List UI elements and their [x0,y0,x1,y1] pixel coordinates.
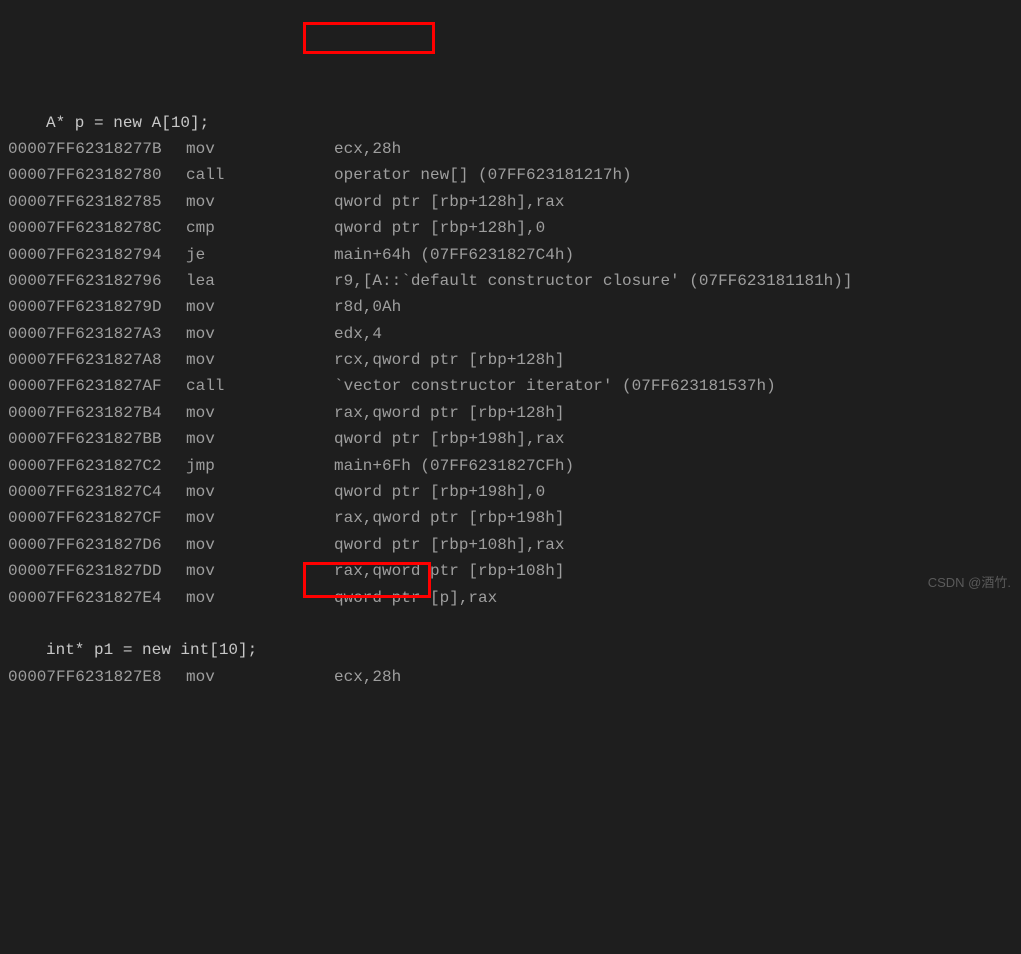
asm-opcode: mov [186,426,334,452]
asm-opcode: cmp [186,215,334,241]
asm-address: 00007FF6231827E4 [8,585,186,611]
asm-address: 00007FF62318278C [8,215,186,241]
asm-line: 00007FF6231827BBmovqword ptr [rbp+198h],… [8,426,1013,452]
asm-operand: ecx,28h [334,664,401,690]
asm-line: 00007FF6231827E4movqword ptr [p],rax [8,585,1013,611]
asm-opcode: je [186,242,334,268]
asm-address: 00007FF6231827A3 [8,321,186,347]
asm-operand: operator new[] (07FF623181217h) [334,162,632,188]
asm-address: 00007FF6231827BB [8,426,186,452]
asm-operand: ecx,28h [334,136,401,162]
asm-operand: qword ptr [rbp+198h],0 [334,479,545,505]
asm-line: 00007FF623182785movqword ptr [rbp+128h],… [8,189,1013,215]
source-code-line: A* p = new A[10]; [8,110,1013,136]
asm-operand: qword ptr [rbp+108h],rax [334,532,564,558]
source-code-line: int* p1 = new int[10]; [8,637,1013,663]
asm-address: 00007FF6231827D6 [8,532,186,558]
asm-opcode: mov [186,532,334,558]
asm-operand: qword ptr [rbp+198h],rax [334,426,564,452]
asm-line: 00007FF6231827E8movecx,28h [8,664,1013,690]
asm-line: 00007FF623182780calloperator new[] (07FF… [8,162,1013,188]
asm-line: 00007FF6231827C4movqword ptr [rbp+198h],… [8,479,1013,505]
asm-line: 00007FF6231827CFmovrax,qword ptr [rbp+19… [8,505,1013,531]
asm-operand: main+6Fh (07FF6231827CFh) [334,453,574,479]
asm-address: 00007FF6231827A8 [8,347,186,373]
asm-line: 00007FF6231827C2jmpmain+6Fh (07FF6231827… [8,453,1013,479]
asm-address: 00007FF6231827E8 [8,664,186,690]
asm-line: 00007FF6231827AFcall`vector constructor … [8,373,1013,399]
asm-line: 00007FF6231827DDmovrax,qword ptr [rbp+10… [8,558,1013,584]
asm-address: 00007FF62318279D [8,294,186,320]
asm-address: 00007FF6231827B4 [8,400,186,426]
asm-address: 00007FF6231827C4 [8,479,186,505]
asm-opcode: mov [186,136,334,162]
asm-address: 00007FF6231827AF [8,373,186,399]
asm-operand: main+64h (07FF6231827C4h) [334,242,574,268]
asm-opcode: mov [186,347,334,373]
asm-operand: qword ptr [rbp+128h],0 [334,215,545,241]
source-text: A* p = new A[10]; [46,114,209,132]
asm-address: 00007FF62318277B [8,136,186,162]
asm-address: 00007FF6231827CF [8,505,186,531]
asm-address: 00007FF6231827DD [8,558,186,584]
asm-opcode: lea [186,268,334,294]
asm-operand: rax,qword ptr [rbp+108h] [334,558,564,584]
asm-opcode: mov [186,321,334,347]
asm-line: 00007FF62318279Dmovr8d,0Ah [8,294,1013,320]
asm-line: 00007FF623182794jemain+64h (07FF6231827C… [8,242,1013,268]
highlight-box-1 [303,22,435,54]
asm-opcode: jmp [186,453,334,479]
asm-operand: rax,qword ptr [rbp+198h] [334,505,564,531]
asm-operand: qword ptr [p],rax [334,585,497,611]
asm-opcode: mov [186,664,334,690]
asm-line: 00007FF6231827B4movrax,qword ptr [rbp+12… [8,400,1013,426]
asm-operand: rax,qword ptr [rbp+128h] [334,400,564,426]
asm-line: 00007FF6231827D6movqword ptr [rbp+108h],… [8,532,1013,558]
asm-opcode: mov [186,400,334,426]
asm-address: 00007FF623182785 [8,189,186,215]
asm-line: 00007FF6231827A3movedx,4 [8,321,1013,347]
watermark: CSDN @酒竹. [928,572,1011,593]
asm-operand: qword ptr [rbp+128h],rax [334,189,564,215]
source-text: int* p1 = new int[10]; [46,641,257,659]
asm-opcode: call [186,373,334,399]
asm-opcode: mov [186,558,334,584]
asm-operand: edx,4 [334,321,382,347]
asm-operand: rcx,qword ptr [rbp+128h] [334,347,564,373]
asm-line: 00007FF62318277Bmovecx,28h [8,136,1013,162]
asm-opcode: mov [186,189,334,215]
asm-operand: r8d,0Ah [334,294,401,320]
asm-address: 00007FF623182794 [8,242,186,268]
asm-line: 00007FF6231827A8movrcx,qword ptr [rbp+12… [8,347,1013,373]
blank-line [8,611,1013,637]
asm-address: 00007FF623182780 [8,162,186,188]
asm-address: 00007FF6231827C2 [8,453,186,479]
asm-opcode: mov [186,585,334,611]
disassembly-view: A* p = new A[10];00007FF62318277Bmovecx,… [8,110,1013,691]
asm-operand: `vector constructor iterator' (07FF62318… [334,373,776,399]
asm-line: 00007FF623182796lear9,[A::`default const… [8,268,1013,294]
asm-operand: r9,[A::`default constructor closure' (07… [334,268,852,294]
asm-opcode: mov [186,505,334,531]
asm-opcode: call [186,162,334,188]
asm-line: 00007FF62318278Ccmpqword ptr [rbp+128h],… [8,215,1013,241]
asm-address: 00007FF623182796 [8,268,186,294]
asm-opcode: mov [186,479,334,505]
asm-opcode: mov [186,294,334,320]
